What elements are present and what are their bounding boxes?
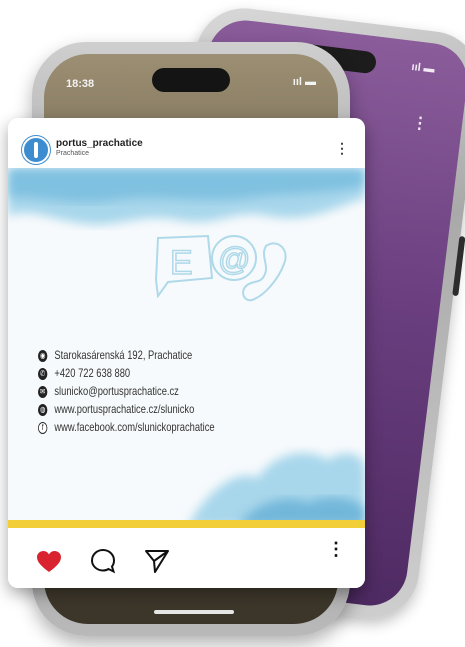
contact-address: ◉ Starokasárenská 192, Prachatice (38, 346, 288, 364)
contact-facebook: f www.facebook.com/slunickoprachatice (38, 418, 288, 436)
contact-facebook-text: www.facebook.com/slunickoprachatice (54, 420, 215, 434)
status-time: 18:38 (66, 78, 95, 90)
post-image: E @ ◉ Starokasárenská 192, Prachatice ✆ +4… (8, 168, 365, 526)
post-location[interactable]: Prachatice (56, 150, 89, 157)
contact-phone: ✆ +420 722 638 880 (38, 364, 288, 382)
post-action-bar: ⋮ (8, 528, 365, 588)
web-icon: ◍ (38, 403, 48, 416)
facebook-icon: f (38, 421, 48, 434)
svg-text:E: E (170, 244, 193, 282)
back-phone-side-button (452, 235, 465, 297)
front-phone-notch (152, 68, 230, 92)
contact-website: ◍ www.portusprachatice.cz/slunicko (38, 400, 288, 418)
contact-list: ◉ Starokasárenská 192, Prachatice ✆ +420 7… (38, 346, 358, 436)
yellow-accent-strip (8, 520, 365, 528)
contact-address-text: Starokasárenská 192, Prachatice (54, 348, 193, 362)
svg-text:@: @ (218, 241, 250, 277)
contact-illustration: E @ (154, 234, 287, 302)
home-indicator (154, 610, 234, 614)
avatar[interactable] (22, 136, 50, 164)
location-icon: ◉ (38, 349, 48, 362)
contact-phone-text: +420 722 638 880 (54, 366, 131, 380)
comment-icon[interactable] (90, 548, 116, 579)
like-heart-icon[interactable] (36, 550, 62, 579)
phone-icon: ✆ (38, 367, 48, 380)
back-phone-menu-icon: ⋮ (410, 114, 429, 134)
contact-website-text: www.portusprachatice.cz/slunicko (54, 402, 195, 416)
post-options-icon[interactable]: ⋮ (335, 141, 349, 155)
status-icons: ııl ▬ (292, 76, 316, 88)
contact-email-text: slunicko@portusprachatice.cz (54, 384, 179, 398)
share-icon[interactable] (144, 548, 170, 579)
more-options-icon[interactable]: ⋮ (327, 540, 345, 558)
instagram-post-card: portus_prachatice Prachatice ⋮ E @ ◉Sta (8, 118, 365, 588)
back-phone-status-icons: ııl ▬ (410, 60, 436, 76)
post-header: portus_prachatice Prachatice ⋮ (8, 118, 365, 166)
post-username[interactable]: portus_prachatice (56, 138, 143, 149)
email-icon: ✉ (38, 385, 48, 398)
contact-email: ✉ slunicko@portusprachatice.cz (38, 382, 288, 400)
